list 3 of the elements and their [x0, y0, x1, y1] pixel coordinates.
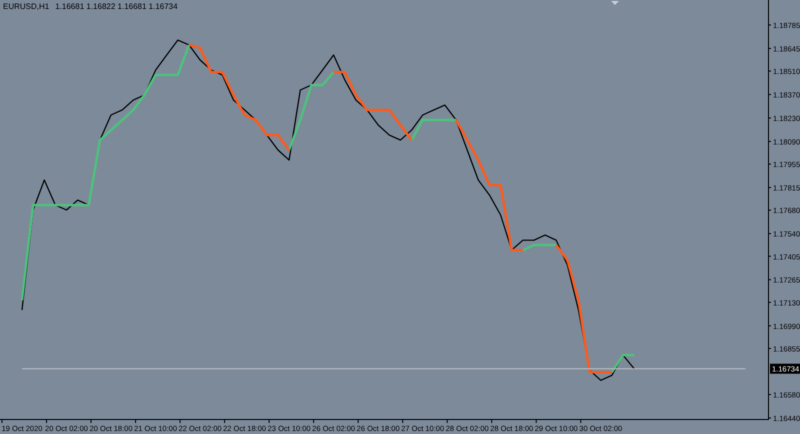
triangle-icon — [611, 1, 619, 5]
symbol-label: EURUSD,H1 — [3, 2, 50, 11]
quote-values: 1.16681 1.16822 1.16681 1.16734 — [55, 2, 178, 11]
